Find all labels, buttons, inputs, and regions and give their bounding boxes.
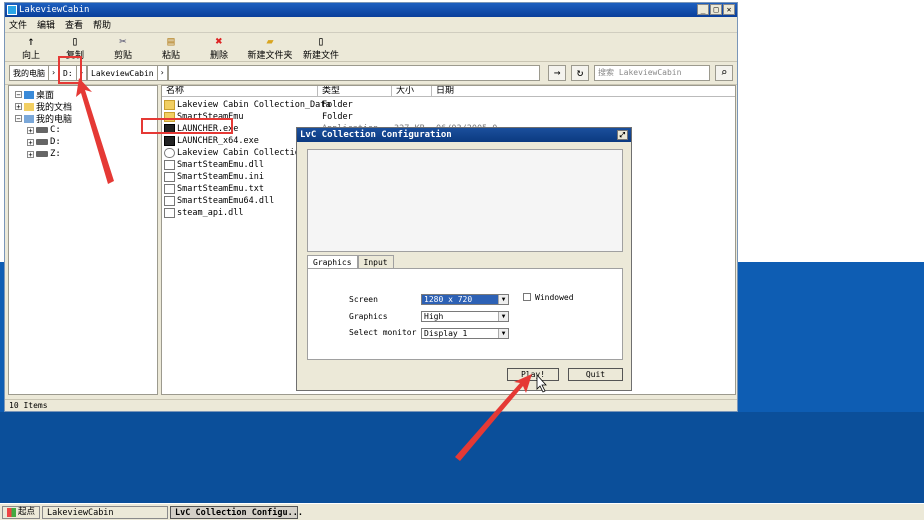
taskbar-item-explorer[interactable]: LakeviewCabin — [42, 505, 169, 519]
windows-logo-icon — [7, 507, 16, 517]
start-button[interactable]: 起点 — [2, 505, 41, 519]
annotation-arrow-up — [76, 78, 114, 184]
mouse-cursor-icon — [536, 373, 547, 393]
annotation-arrows — [76, 78, 547, 461]
annotation-arrow-play — [455, 374, 532, 461]
start-label: 起点 — [18, 506, 36, 517]
taskbar: 起点 LakeviewCabin LvC Collection Configu.… — [0, 503, 924, 520]
taskbar-item-config[interactable]: LvC Collection Configu... — [170, 505, 303, 519]
